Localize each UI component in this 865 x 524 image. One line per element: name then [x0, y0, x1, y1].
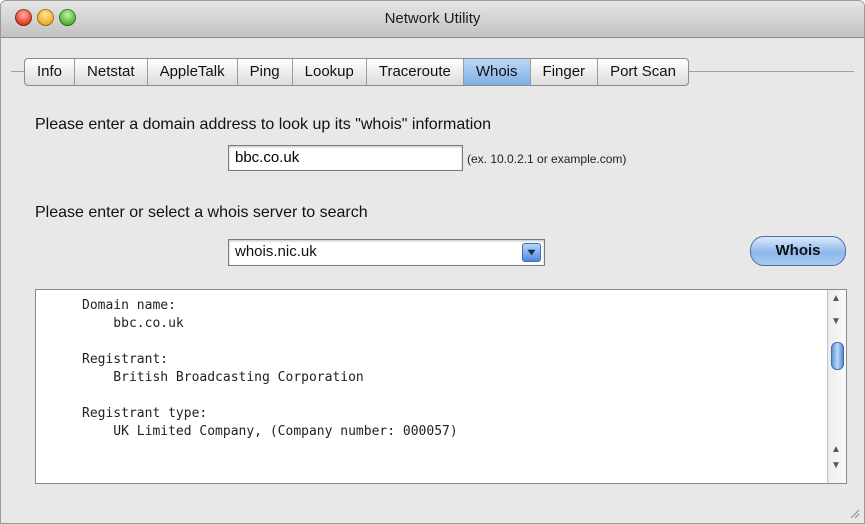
- tab-netstat[interactable]: Netstat: [75, 59, 148, 85]
- tab-port-scan[interactable]: Port Scan: [598, 59, 688, 85]
- tab-traceroute[interactable]: Traceroute: [367, 59, 464, 85]
- scroll-down-icon[interactable]: ▼: [831, 317, 841, 327]
- scroll-down-icon[interactable]: ▼: [831, 461, 841, 471]
- tab-finger[interactable]: Finger: [531, 59, 599, 85]
- tab-info[interactable]: Info: [25, 59, 76, 85]
- network-utility-window: Network Utility Info Netstat AppleTalk P…: [0, 0, 865, 524]
- resize-grip-icon[interactable]: [848, 507, 860, 519]
- server-prompt-label: Please enter or select a whois server to…: [35, 204, 368, 221]
- dropdown-arrow-icon[interactable]: [522, 243, 541, 262]
- whois-output-area[interactable]: Domain name: bbc.co.uk Registrant: Briti…: [35, 289, 847, 484]
- whois-button[interactable]: Whois: [750, 236, 846, 266]
- whois-output-text: Domain name: bbc.co.uk Registrant: Briti…: [82, 298, 458, 439]
- whois-server-value[interactable]: whois.nic.uk: [235, 243, 317, 260]
- title-bar[interactable]: Network Utility: [1, 1, 864, 38]
- scroll-up-icon[interactable]: ▲: [831, 294, 841, 304]
- tab-ping[interactable]: Ping: [238, 59, 293, 85]
- whois-server-combobox[interactable]: whois.nic.uk: [228, 239, 545, 266]
- tab-bar: Info Netstat AppleTalk Ping Lookup Trace…: [24, 58, 689, 86]
- domain-prompt-label: Please enter a domain address to look up…: [35, 116, 492, 133]
- tab-appletalk[interactable]: AppleTalk: [148, 59, 238, 85]
- domain-input[interactable]: [228, 145, 463, 171]
- scroll-up-icon[interactable]: ▲: [831, 445, 841, 455]
- tab-lookup[interactable]: Lookup: [293, 59, 367, 85]
- domain-hint: (ex. 10.0.2.1 or example.com): [467, 152, 627, 166]
- scroll-thumb[interactable]: [831, 342, 844, 370]
- window-title: Network Utility: [384, 10, 481, 27]
- vertical-scrollbar[interactable]: ▲ ▼ ▲ ▼: [827, 290, 846, 483]
- tab-whois[interactable]: Whois: [463, 59, 531, 85]
